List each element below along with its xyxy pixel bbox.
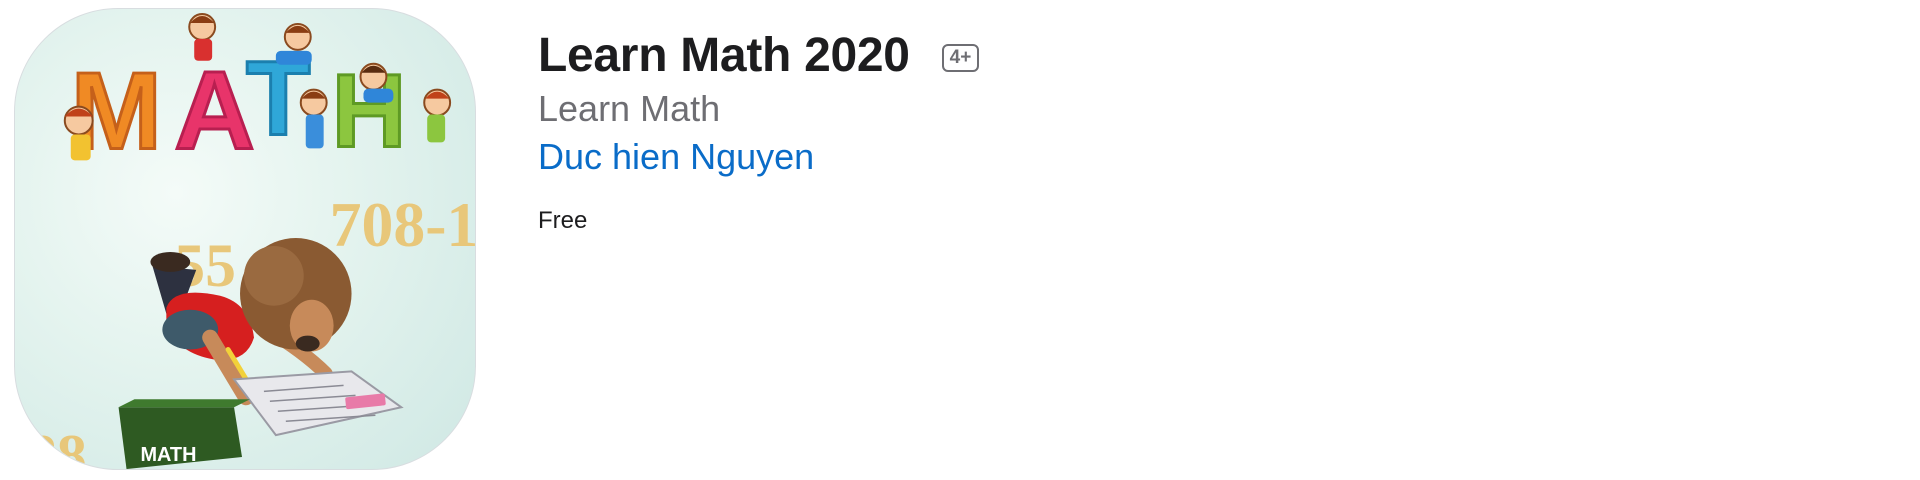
icon-number-3: 288 (15, 422, 87, 469)
age-rating-badge: 4+ (941, 44, 980, 72)
icon-book-label: MATH (140, 444, 196, 466)
title-row: Learn Math 2020 4+ (538, 26, 980, 86)
price-label: Free (538, 207, 588, 234)
app-subtitle: Learn Math (538, 88, 721, 129)
icon-math-book: MATH (118, 399, 250, 469)
logo-letter-a: A (174, 47, 255, 172)
app-store-product-header: 708-1 55 288 M A T H (0, 0, 1920, 480)
app-title: Learn Math 2020 (538, 29, 910, 82)
icon-math-logo: M A T H (69, 38, 408, 174)
app-icon-artwork: 708-1 55 288 M A T H (15, 12, 475, 469)
icon-number-1: 708-1 (330, 189, 475, 260)
developer-link[interactable]: Duc hien Nguyen (538, 134, 814, 180)
app-icon: 708-1 55 288 M A T H (14, 8, 476, 470)
